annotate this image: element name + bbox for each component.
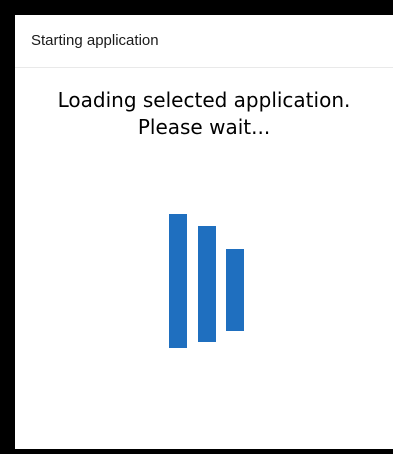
loader-bar-1 — [169, 214, 187, 348]
loading-bars-icon — [15, 15, 393, 449]
loader-bar-3 — [226, 249, 244, 331]
loader-bar-2 — [198, 226, 216, 342]
screen-backdrop: Starting application Loading selected ap… — [0, 0, 393, 454]
starting-application-dialog: Starting application Loading selected ap… — [15, 15, 393, 449]
